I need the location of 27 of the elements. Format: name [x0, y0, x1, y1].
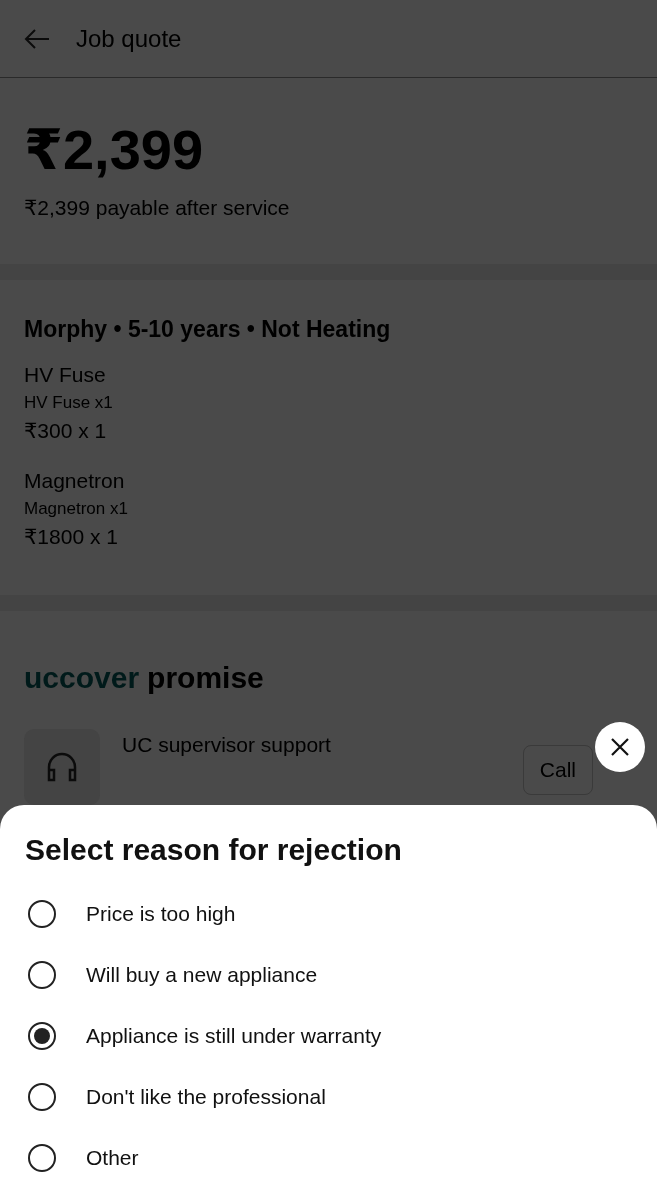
radio-button[interactable] [28, 1021, 56, 1050]
sheet-title: Select reason for rejection [24, 833, 403, 867]
part-detail: Magnetron x1 [24, 499, 129, 519]
part-name: Magnetron [24, 469, 126, 493]
brand-name: uccover [24, 661, 140, 695]
radio-button[interactable] [28, 1082, 56, 1111]
radio-button[interactable] [28, 960, 56, 989]
section-title: promise [147, 661, 264, 695]
headset-icon [45, 750, 79, 784]
part-cost: ₹1800 x 1 [24, 525, 119, 549]
option-label[interactable]: Appliance is still under warranty [86, 1023, 382, 1048]
page-title: Job quote [76, 24, 182, 53]
close-icon [610, 737, 630, 757]
option-label[interactable]: Price is too high [86, 901, 236, 926]
price-amount: ₹2,399 [24, 122, 205, 178]
option-label[interactable]: Don't like the professional [86, 1084, 326, 1109]
payment-note: ₹2,399 payable after service [24, 196, 291, 220]
option-label[interactable]: Other [86, 1145, 139, 1170]
support-title: UC supervisor support [122, 733, 332, 757]
close-button[interactable] [595, 722, 645, 772]
part-detail: HV Fuse x1 [24, 393, 114, 413]
option-label[interactable]: Will buy a new appliance [86, 962, 318, 987]
radio-button[interactable] [28, 1143, 56, 1172]
job-summary: Morphy • 5-10 years • Not Heating [24, 316, 392, 343]
part-name: HV Fuse [24, 363, 107, 387]
radio-button[interactable] [28, 899, 56, 928]
part-cost: ₹300 x 1 [24, 419, 108, 443]
